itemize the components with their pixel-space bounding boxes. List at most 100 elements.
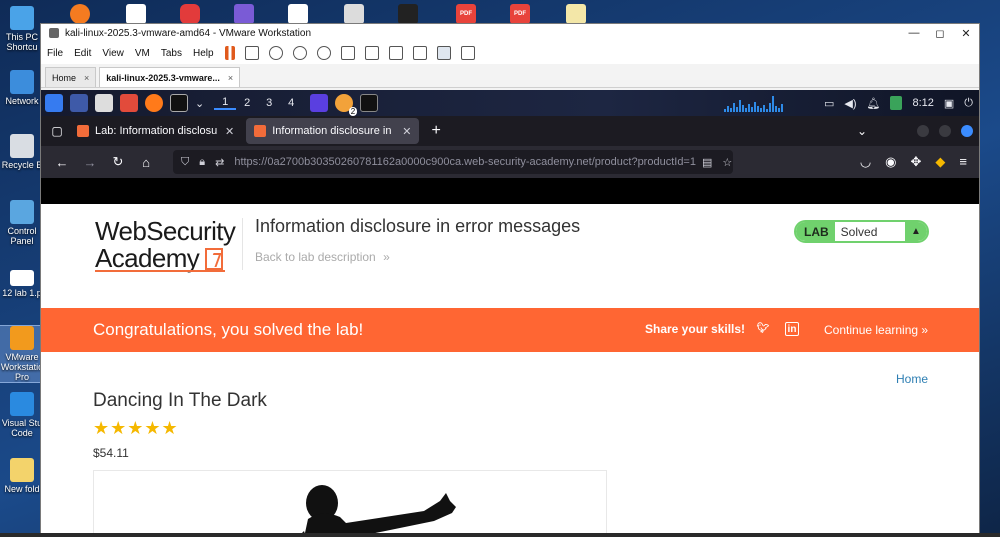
new-folder-shortcut[interactable]: New fold (0, 458, 44, 494)
extensions-icon[interactable]: ✥ (911, 154, 922, 170)
show-desktop-icon[interactable] (70, 94, 88, 112)
network-shortcut[interactable]: Network (0, 70, 44, 106)
twitter-icon[interactable]: 🐦︎ (756, 322, 770, 336)
lab-file-shortcut[interactable]: 12 lab 1.p (0, 270, 44, 298)
lock-icon[interactable]: 🔒︎ (199, 156, 205, 169)
chevron-down-icon[interactable]: ⌄ (195, 97, 204, 110)
snapshot-icon[interactable] (268, 46, 283, 60)
desktop-icon-label: Control Panel (7, 226, 37, 246)
pdf-icon[interactable]: PDF (510, 4, 530, 24)
sidebar-toggle-icon[interactable] (340, 46, 355, 60)
power-icon[interactable]: ⏻ (964, 97, 973, 110)
menu-help[interactable]: Help (193, 48, 214, 59)
back-icon[interactable]: ← (51, 155, 73, 170)
close-tab-icon[interactable]: ✕ (225, 125, 234, 138)
terminal-icon[interactable] (170, 94, 188, 112)
full-screen-icon[interactable] (388, 46, 403, 60)
clock[interactable]: 8:12 (912, 97, 933, 109)
terminal-icon[interactable] (398, 4, 418, 24)
workspace-2[interactable]: 2 (236, 97, 258, 109)
menu-tabs[interactable]: Tabs (161, 48, 182, 59)
maximize-dot-icon[interactable] (939, 125, 951, 137)
desktop-icon-label: New fold (4, 484, 40, 494)
menu-file[interactable]: File (47, 48, 63, 59)
bookmark-star-icon[interactable]: ☆ (712, 156, 732, 169)
firefox-window-controls: ⌄ (857, 124, 979, 138)
tab-overflow-chevron-icon[interactable]: ⌄ (857, 124, 867, 138)
minimize-button[interactable]: — (901, 27, 927, 40)
file-manager-icon[interactable] (95, 94, 113, 112)
burp-icon[interactable] (310, 94, 329, 112)
console-view-icon[interactable] (436, 46, 451, 60)
forward-icon[interactable]: → (79, 155, 101, 170)
close-tab-icon[interactable]: ✕ (402, 125, 411, 138)
home-link[interactable]: Home (896, 372, 928, 386)
minimize-dot-icon[interactable] (917, 125, 929, 137)
tab-lab-instance[interactable]: Information disclosure in error messages… (246, 118, 420, 144)
updates-icon[interactable]: 2 (335, 94, 358, 116)
kali-menu-icon[interactable] (45, 94, 63, 112)
workspace-4[interactable]: 4 (280, 97, 302, 109)
snapshot-manager-icon[interactable] (316, 46, 331, 60)
tracking-protection-icon[interactable]: ⛉ (181, 156, 189, 169)
text-editor-icon[interactable] (120, 94, 138, 112)
vscode-shortcut[interactable]: Visual Stu Code (0, 392, 44, 438)
cpu-graph (723, 94, 814, 112)
app-menu-icon[interactable]: ≡ (959, 154, 967, 170)
rating-stars: ★★★★★ (93, 418, 179, 438)
back-to-lab-link[interactable]: Back to lab description » (255, 250, 390, 264)
pocket-icon[interactable]: ◡ (860, 154, 871, 170)
tab-list-icon[interactable]: ▢ (45, 124, 69, 138)
new-tab-icon[interactable]: + (431, 122, 440, 140)
file-icon[interactable] (566, 4, 586, 24)
pause-icon[interactable] (224, 46, 235, 60)
pdf-icon[interactable]: PDF (456, 4, 476, 24)
tab-kali-vm[interactable]: kali-linux-2025.3-vmware... × (99, 67, 241, 87)
lock-icon[interactable]: ▣ (944, 97, 954, 110)
close-tab-icon[interactable]: × (228, 73, 233, 83)
close-button[interactable]: ✕ (953, 27, 979, 40)
maximize-button[interactable]: ◻ (927, 27, 953, 40)
menu-view[interactable]: View (102, 48, 124, 59)
revert-snapshot-icon[interactable] (292, 46, 307, 60)
workspace-1[interactable]: 1 (214, 96, 237, 110)
notifications-icon[interactable]: 🔔︎ (867, 97, 881, 110)
stretch-icon[interactable] (460, 46, 475, 60)
send-keys-icon[interactable] (244, 46, 259, 60)
notion-icon[interactable] (288, 4, 308, 24)
continue-learning-link[interactable]: Continue learning » (824, 323, 928, 337)
vmware-shortcut[interactable]: VMware Workstatio Pro (0, 325, 45, 383)
web-security-academy-logo[interactable]: WebSecurity Academy (95, 218, 236, 272)
volume-icon[interactable]: ◀) (844, 97, 856, 110)
recycle-bin-shortcut[interactable]: Recycle B (0, 134, 44, 170)
avast-icon[interactable] (70, 4, 90, 24)
menu-edit[interactable]: Edit (74, 48, 91, 59)
app-icon[interactable] (180, 4, 200, 24)
close-dot-icon[interactable] (961, 125, 973, 137)
thumbnail-bar-icon[interactable] (364, 46, 379, 60)
document-icon[interactable] (126, 4, 146, 24)
burp-extension-icon[interactable]: ◆ (935, 154, 945, 170)
terminal-window-icon[interactable] (360, 94, 379, 112)
unity-icon[interactable] (412, 46, 427, 60)
url-bar[interactable]: ⛉ 🔒︎ ⇄ https:// 0a2700b30350260781162a00… (173, 150, 733, 174)
linkedin-icon[interactable]: in (785, 322, 799, 336)
workspace-3[interactable]: 3 (258, 97, 280, 109)
reload-icon[interactable]: ↻ (107, 154, 129, 170)
firefox-icon[interactable] (145, 94, 163, 112)
permissions-icon[interactable]: ⇄ (215, 156, 224, 169)
double-chevron-right-icon: » (921, 323, 929, 337)
tab-lab-description[interactable]: Lab: Information disclosure in error mes… (69, 118, 242, 144)
battery-icon[interactable] (890, 96, 903, 110)
control-panel-shortcut[interactable]: Control Panel (0, 200, 44, 246)
reader-view-icon[interactable]: ▤ (696, 156, 712, 169)
home-icon[interactable]: ⌂ (135, 155, 157, 170)
tab-home[interactable]: Home × (45, 67, 97, 87)
menu-vm[interactable]: VM (135, 48, 150, 59)
account-icon[interactable]: ◉ (885, 154, 896, 170)
display-icon[interactable]: ▭ (824, 97, 834, 110)
window-icon[interactable] (344, 4, 364, 24)
this-pc-shortcut[interactable]: This PC Shortcu (0, 6, 44, 52)
app-icon-purple[interactable] (234, 4, 254, 24)
close-tab-icon[interactable]: × (84, 73, 89, 83)
